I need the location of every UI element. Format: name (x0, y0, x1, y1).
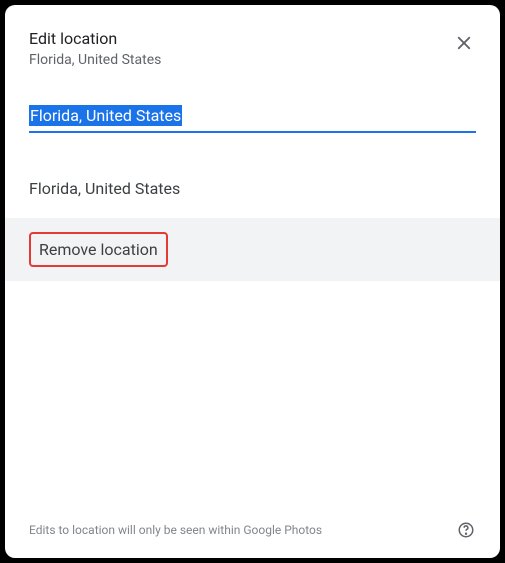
help-icon (457, 521, 475, 539)
help-button[interactable] (456, 520, 476, 540)
dialog-title: Edit location (29, 29, 161, 48)
suggestion-item[interactable]: Florida, United States (5, 165, 500, 212)
remove-location-row[interactable]: Remove location (5, 218, 500, 281)
header-text: Edit location Florida, United States (29, 29, 161, 68)
suggestions-list: Florida, United States Remove location (5, 165, 500, 281)
close-icon (455, 34, 473, 52)
location-input-area: Florida, United States (5, 106, 500, 133)
suggestion-label: Florida, United States (29, 179, 180, 198)
dialog-header: Edit location Florida, United States (5, 5, 500, 68)
location-input[interactable]: Florida, United States (29, 106, 476, 133)
edit-location-dialog: Edit location Florida, United States Flo… (5, 5, 500, 558)
location-input-value: Florida, United States (29, 105, 182, 126)
remove-location-button[interactable]: Remove location (29, 232, 168, 267)
dialog-footer: Edits to location will only be seen with… (5, 502, 500, 558)
close-button[interactable] (452, 31, 476, 55)
dialog-subtitle: Florida, United States (29, 52, 161, 68)
footer-note: Edits to location will only be seen with… (29, 523, 322, 537)
